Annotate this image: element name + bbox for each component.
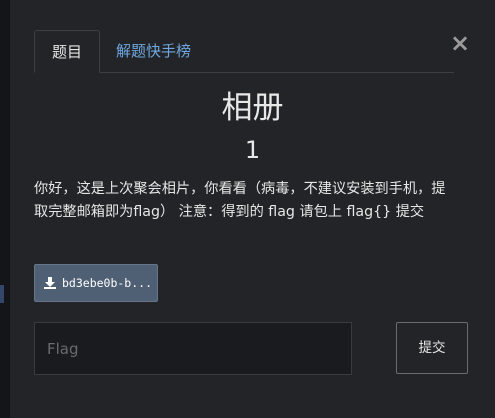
challenge-title: 相册 [221,90,284,126]
close-icon[interactable]: × [450,30,470,56]
challenge-description: 你好，这是上次聚会相片，你看看（病毒，不建议安装到手机，提取完整邮箱即为flag… [34,181,446,220]
challenge-tabs: 题目 解题快手榜 [34,30,454,73]
attachment-download-button[interactable]: bd3ebe0b-b... [34,264,158,302]
download-icon [44,277,56,289]
attachment-filename: bd3ebe0b-b... [62,276,153,290]
flag-input[interactable] [34,322,352,375]
page-edge-highlight [0,285,4,303]
tab-challenge[interactable]: 题目 [34,30,100,73]
submit-button[interactable]: 提交 [396,322,468,374]
page-background [0,0,10,418]
challenge-points: 1 [244,136,261,164]
tab-solves-leaderboard[interactable]: 解题快手榜 [116,30,191,72]
challenge-modal: 题目 解题快手榜 × 相册 1 你好，这是上次聚会相片，你看看（病毒，不建议安装… [10,0,495,418]
